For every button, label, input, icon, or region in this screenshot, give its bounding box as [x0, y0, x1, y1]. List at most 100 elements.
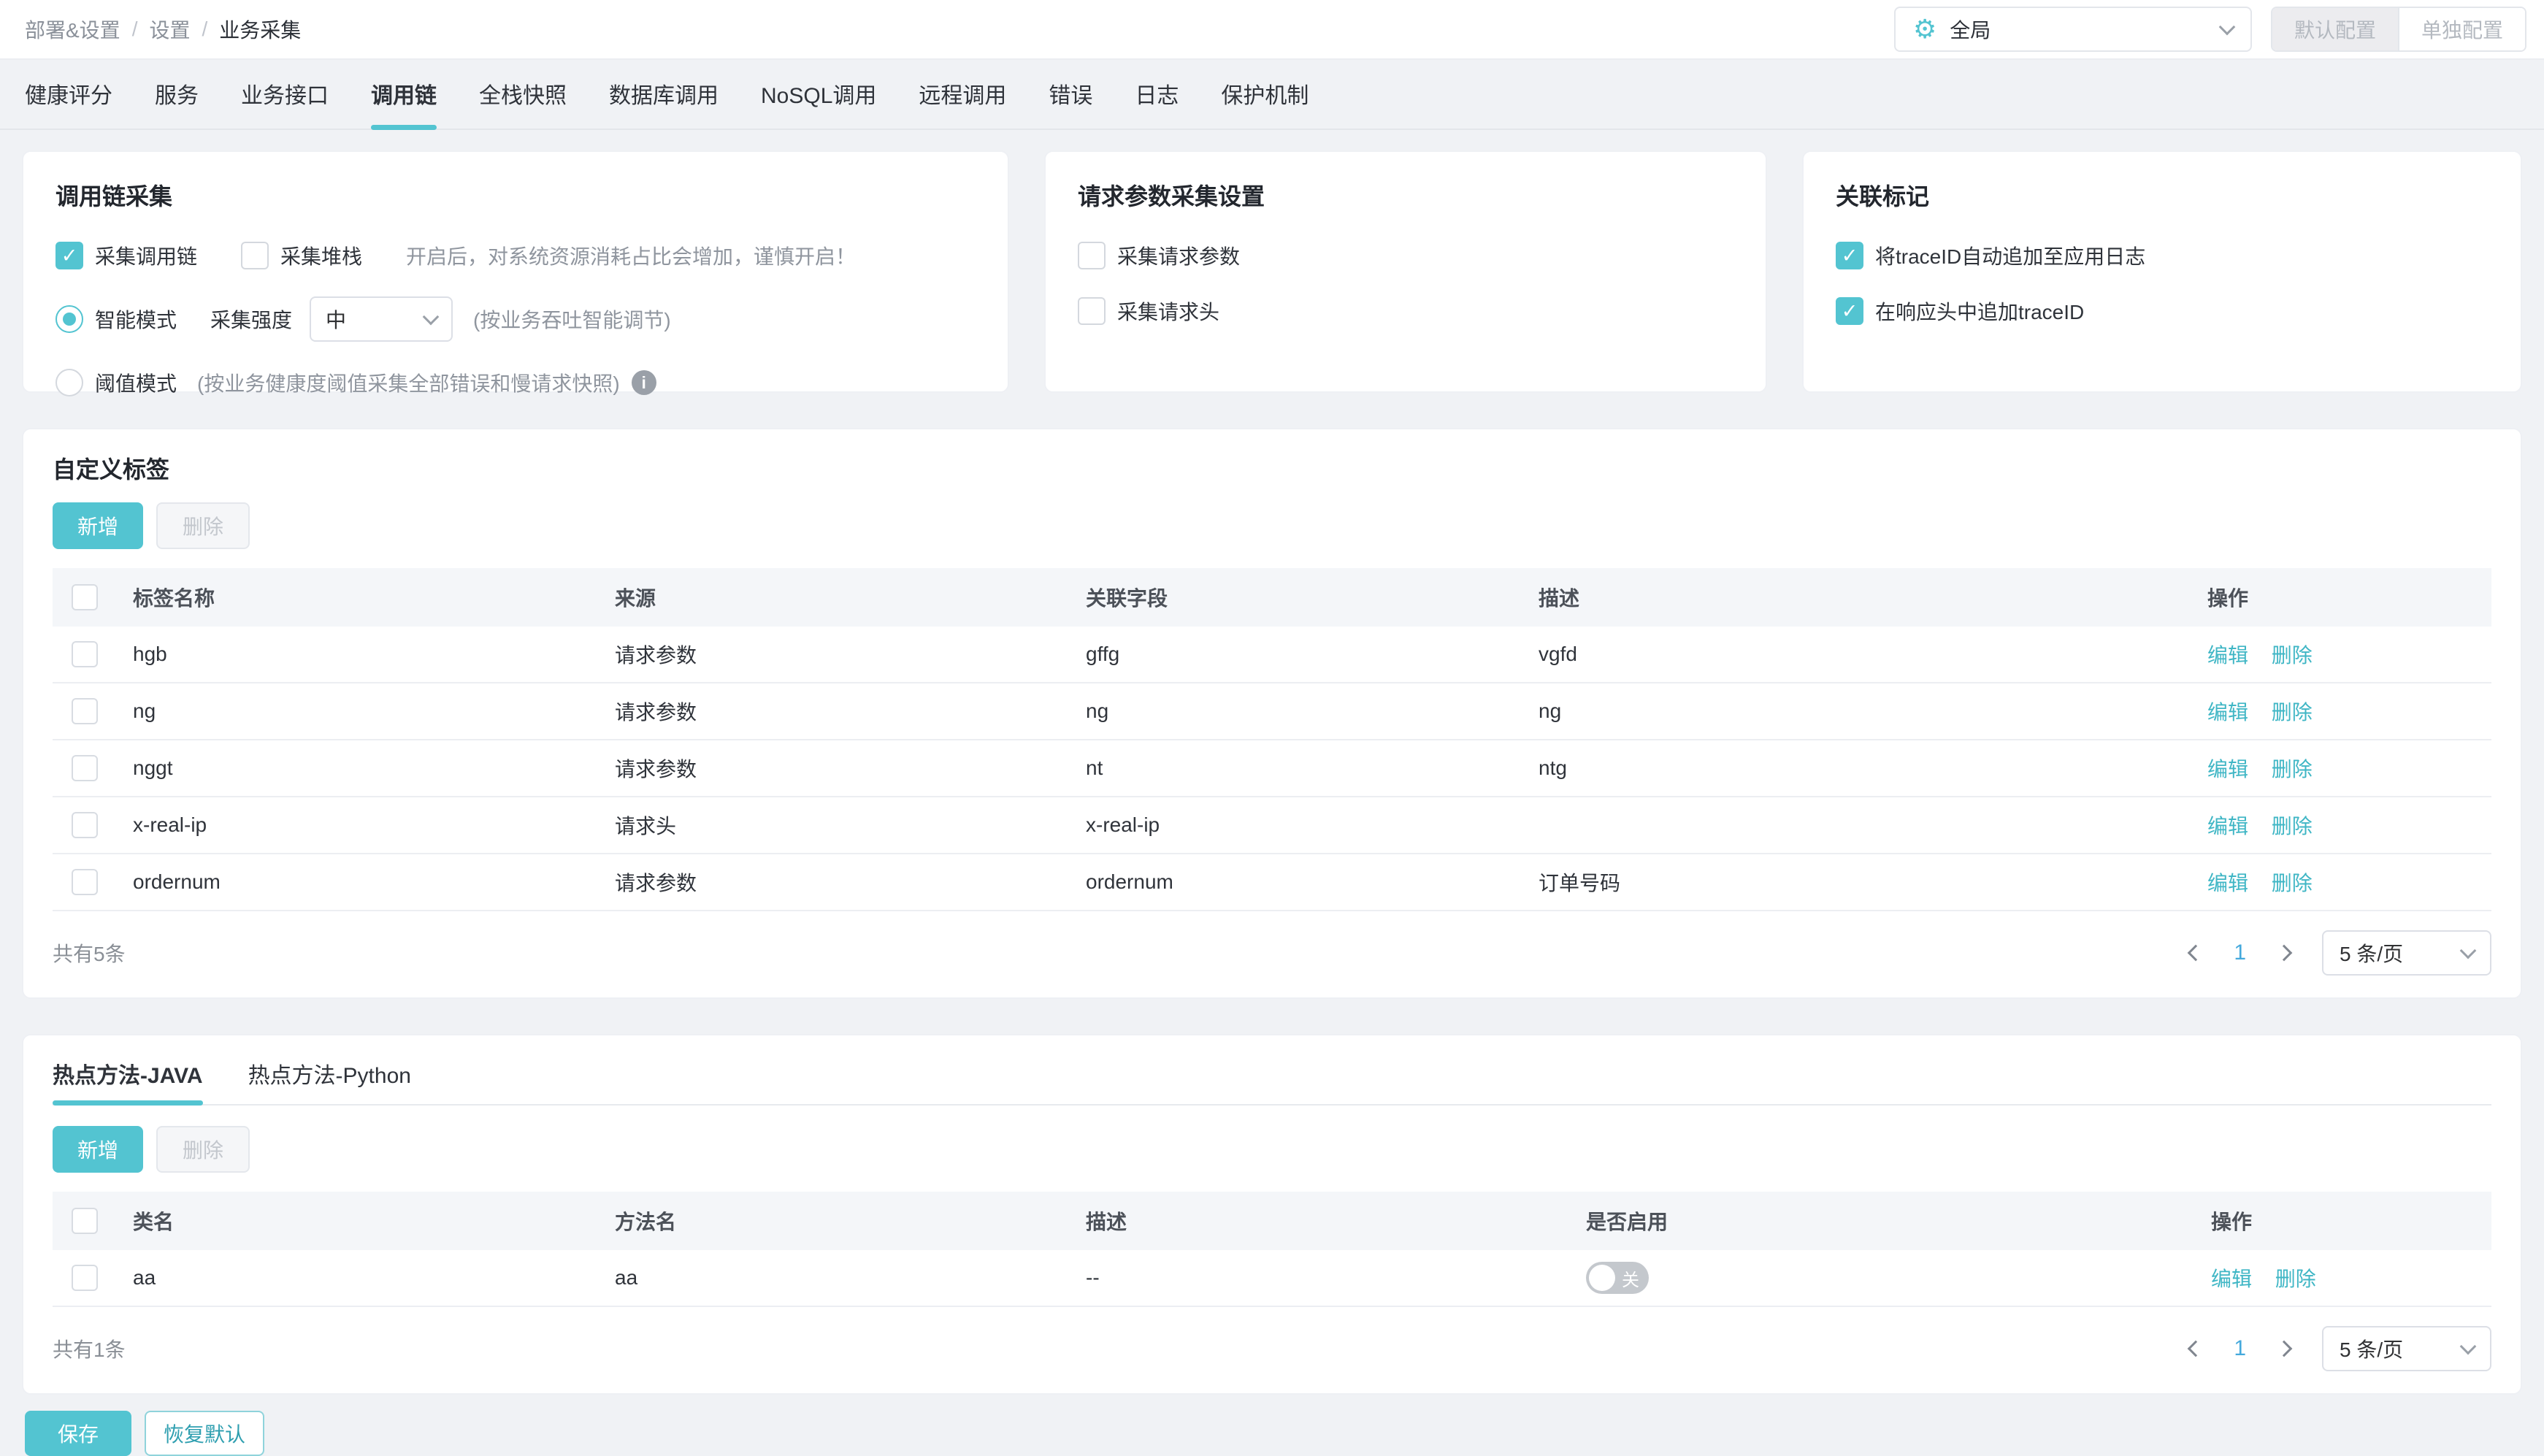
checkbox-checked-icon: ✓ [1836, 242, 1863, 269]
tab-fullstack-snapshot[interactable]: 全栈快照 [479, 77, 567, 129]
table-row: hgb 请求参数 gffg vgfd 编辑 删除 [53, 627, 2491, 683]
tab-business-api[interactable]: 业务接口 [241, 77, 329, 129]
tag-actions-cell: 编辑 删除 [2188, 811, 2491, 840]
tab-database-call[interactable]: 数据库调用 [609, 77, 719, 129]
row-checkbox[interactable] [72, 698, 98, 724]
tab-hot-methods-java[interactable]: 热点方法-JAVA [53, 1057, 203, 1106]
edit-link[interactable]: 编辑 [2207, 758, 2248, 781]
gear-icon: ⚙ [1912, 14, 1937, 44]
bottom-actions: 保存 恢复默认 [25, 1411, 2522, 1456]
trace-checkbox-row: ✓ 采集调用链 采集堆栈 开启后，对系统资源消耗占比会增加，谨慎开启！ [55, 241, 976, 270]
breadcrumb-item[interactable]: 设置 [149, 15, 190, 44]
toggle-knob [1589, 1265, 1615, 1291]
delete-tag-button[interactable]: 删除 [156, 502, 250, 549]
smart-mode-radio[interactable] [55, 305, 83, 333]
settings-cards-row: 调用链采集 ✓ 采集调用链 采集堆栈 开启后，对系统资源消耗占比会增加，谨慎开启… [22, 150, 2522, 396]
collect-trace-label: 采集调用链 [95, 245, 198, 268]
request-params-title: 请求参数采集设置 [1078, 183, 1265, 210]
tab-error[interactable]: 错误 [1049, 77, 1092, 129]
next-page-icon[interactable] [2275, 1340, 2293, 1357]
prev-page-icon[interactable] [2187, 1340, 2204, 1357]
edit-link[interactable]: 编辑 [2207, 701, 2248, 724]
delete-method-button[interactable]: 删除 [156, 1126, 250, 1173]
column-header-class: 类名 [133, 1211, 175, 1233]
delete-link[interactable]: 删除 [2272, 872, 2313, 894]
restore-default-button[interactable]: 恢复默认 [145, 1411, 265, 1456]
delete-link[interactable]: 删除 [2272, 815, 2313, 838]
collect-headers-checkbox[interactable]: 采集请求头 [1078, 296, 1219, 326]
row-checkbox[interactable] [72, 812, 98, 838]
checkbox-unchecked-icon [241, 242, 269, 269]
collect-headers-row: 采集请求头 [1078, 296, 1733, 326]
custom-tags-toolbar: 新增 删除 [53, 502, 2491, 549]
edit-link[interactable]: 编辑 [2207, 815, 2248, 838]
hot-methods-table-header: 类名 方法名 描述 是否启用 操作 [53, 1192, 2491, 1250]
select-all-checkbox[interactable] [72, 584, 98, 610]
delete-link[interactable]: 删除 [2272, 701, 2313, 724]
separate-config-button[interactable]: 单独配置 [2397, 8, 2525, 50]
row-checkbox[interactable] [72, 869, 98, 895]
stack-warning-text: 开启后，对系统资源消耗占比会增加，谨慎开启！ [406, 245, 857, 268]
collect-stack-checkbox[interactable]: 采集堆栈 [241, 241, 362, 270]
pagination: 1 5 条/页 [2187, 1326, 2491, 1371]
checkbox-unchecked-icon [1078, 242, 1106, 269]
page-size-select[interactable]: 5 条/页 [2322, 930, 2491, 976]
collect-params-checkbox[interactable]: 采集请求参数 [1078, 241, 1240, 270]
tab-trace[interactable]: 调用链 [371, 77, 437, 130]
total-count-text: 共有1条 [53, 1338, 126, 1361]
checkbox-unchecked-icon [1078, 297, 1106, 325]
tab-hot-methods-python[interactable]: 热点方法-Python [248, 1057, 411, 1104]
breadcrumb-item[interactable]: 部署&设置 [25, 15, 120, 44]
chevron-down-icon [2218, 18, 2236, 36]
page-number[interactable]: 1 [2234, 940, 2246, 965]
tag-desc-cell: vgfd [1539, 643, 1577, 665]
intensity-select[interactable]: 中 [310, 296, 453, 342]
tag-field-cell: ng [1086, 700, 1109, 722]
collect-trace-checkbox[interactable]: ✓ 采集调用链 [55, 241, 197, 270]
tag-actions-cell: 编辑 删除 [2188, 640, 2491, 669]
info-icon[interactable]: i [631, 370, 656, 395]
tab-log[interactable]: 日志 [1135, 77, 1179, 129]
add-method-button[interactable]: 新增 [53, 1126, 144, 1173]
threshold-mode-row: 阈值模式 (按业务健康度阈值采集全部错误和慢请求快照) i [55, 368, 976, 397]
edit-link[interactable]: 编辑 [2211, 1268, 2252, 1290]
table-row: ordernum 请求参数 ordernum 订单号码 编辑 删除 [53, 854, 2491, 911]
delete-link[interactable]: 删除 [2272, 758, 2313, 781]
method-actions-cell: 编辑 删除 [2192, 1263, 2491, 1292]
add-tag-button[interactable]: 新增 [53, 502, 144, 549]
tab-service[interactable]: 服务 [155, 77, 199, 129]
trace-to-header-checkbox[interactable]: ✓ 在响应头中追加traceID [1836, 296, 2084, 326]
default-config-button[interactable]: 默认配置 [2272, 8, 2398, 50]
method-name-cell: aa [615, 1266, 638, 1289]
select-all-cell [53, 1208, 133, 1234]
tab-protection[interactable]: 保护机制 [1221, 77, 1309, 129]
tab-nosql-call[interactable]: NoSQL调用 [761, 77, 876, 129]
request-params-card: 请求参数采集设置 采集请求参数 采集请求头 [1044, 150, 1767, 393]
next-page-icon[interactable] [2275, 944, 2293, 962]
threshold-mode-radio[interactable] [55, 369, 83, 396]
edit-link[interactable]: 编辑 [2207, 872, 2248, 894]
page-number[interactable]: 1 [2234, 1336, 2246, 1361]
row-checkbox[interactable] [72, 755, 98, 781]
trace-to-log-label: 将traceID自动追加至应用日志 [1875, 245, 2146, 268]
edit-link[interactable]: 编辑 [2207, 644, 2248, 667]
delete-link[interactable]: 删除 [2272, 644, 2313, 667]
tab-remote-call[interactable]: 远程调用 [919, 77, 1006, 129]
column-header-desc: 描述 [1086, 1211, 1127, 1233]
column-header-field: 关联字段 [1086, 587, 1168, 610]
tag-desc-cell: 订单号码 [1539, 872, 1621, 894]
delete-link[interactable]: 删除 [2275, 1268, 2316, 1290]
row-checkbox[interactable] [72, 641, 98, 667]
trace-to-log-checkbox[interactable]: ✓ 将traceID自动追加至应用日志 [1836, 241, 2145, 270]
select-all-checkbox[interactable] [72, 1208, 98, 1234]
tab-health-score[interactable]: 健康评分 [25, 77, 112, 129]
page-size-select[interactable]: 5 条/页 [2322, 1326, 2491, 1371]
row-checkbox[interactable] [72, 1265, 98, 1291]
prev-page-icon[interactable] [2187, 944, 2204, 962]
scope-select[interactable]: ⚙ 全局 [1893, 7, 2252, 52]
enable-toggle[interactable]: 关 [1586, 1262, 1649, 1294]
custom-tags-table-header: 标签名称 来源 关联字段 描述 操作 [53, 568, 2491, 627]
threshold-mode-hint: (按业务健康度阈值采集全部错误和慢请求快照) [197, 372, 620, 395]
save-button[interactable]: 保存 [25, 1411, 131, 1456]
tag-source-cell: 请求参数 [615, 701, 697, 724]
